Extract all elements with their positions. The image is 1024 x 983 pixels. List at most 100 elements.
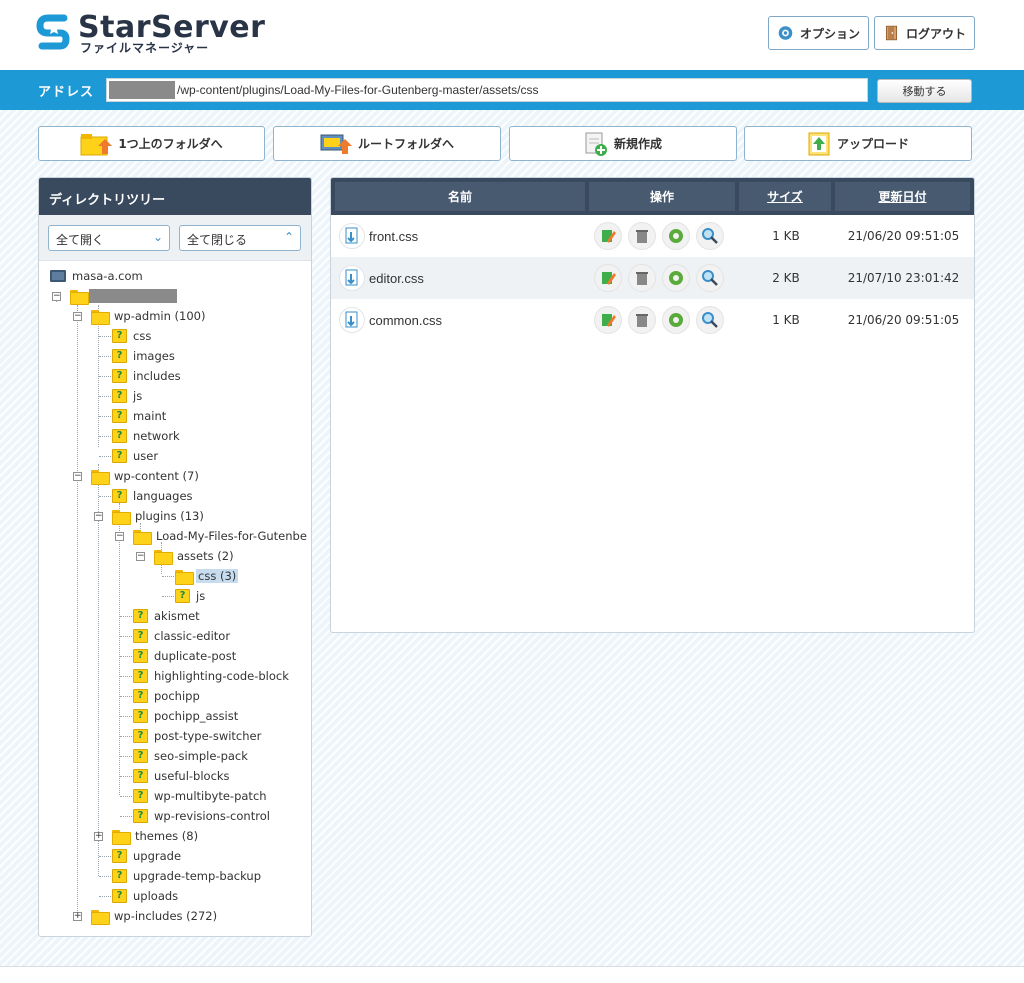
- tree-folder-network[interactable]: ? network: [112, 428, 182, 444]
- tree-folder-label: wp-revisions-control: [154, 809, 270, 823]
- file-download-icon[interactable]: [339, 307, 365, 333]
- tree-folder-js[interactable]: ? js: [112, 388, 144, 404]
- collapse-toggle[interactable]: −: [94, 512, 103, 521]
- expand-toggle[interactable]: +: [73, 912, 82, 921]
- tree-plugin-item[interactable]: ? wp-revisions-control: [133, 808, 272, 824]
- folder-unknown-icon: ?: [133, 649, 148, 663]
- magnifier-icon[interactable]: [696, 306, 724, 334]
- tree-folder-label: useful-blocks: [154, 769, 230, 783]
- logout-button[interactable]: ログアウト: [874, 16, 975, 50]
- tree-folder-load-my-files[interactable]: Load-My-Files-for-Gutenbe: [133, 528, 309, 545]
- tree-plugin-item[interactable]: ? highlighting-code-block: [133, 668, 291, 684]
- tree-folder-label: images: [133, 349, 175, 363]
- folder-unknown-icon: ?: [133, 769, 148, 783]
- tree-plugin-item[interactable]: ? useful-blocks: [133, 768, 232, 784]
- file-row[interactable]: common.css 1 KB 21/06/20 09:51:05: [331, 299, 974, 341]
- collapse-toggle[interactable]: −: [115, 532, 124, 541]
- root-folder-button[interactable]: ルートフォルダへ: [273, 126, 501, 161]
- collapse-toggle[interactable]: −: [52, 292, 61, 301]
- expand-toggle[interactable]: +: [94, 832, 103, 841]
- tree-folder-css-selected[interactable]: css (3): [175, 568, 239, 585]
- gear-icon: [778, 26, 793, 40]
- collapse-toggle[interactable]: −: [73, 312, 82, 321]
- file-name[interactable]: common.css: [369, 313, 442, 328]
- upload-button[interactable]: アップロード: [744, 126, 972, 161]
- tree-folder-label: duplicate-post: [154, 649, 237, 663]
- tree-folder-upgrade[interactable]: ? upgrade: [112, 848, 183, 864]
- tree-plugin-item[interactable]: ? pochipp: [133, 688, 202, 704]
- trash-icon[interactable]: [628, 264, 656, 292]
- tree-plugin-item[interactable]: ? seo-simple-pack: [133, 748, 250, 764]
- tree-folder-themes[interactable]: themes (8): [112, 828, 200, 845]
- tree-plugin-item[interactable]: ? wp-multibyte-patch: [133, 788, 269, 804]
- tree-plugin-item[interactable]: ? post-type-switcher: [133, 728, 263, 744]
- options-label: オプション: [799, 26, 860, 41]
- tree-plugin-item[interactable]: ? akismet: [133, 608, 202, 624]
- edit-icon[interactable]: [594, 264, 622, 292]
- file-row[interactable]: front.css 1 KB 21/06/20 09:51:05: [331, 215, 974, 257]
- tree-folder-maint[interactable]: ? maint: [112, 408, 168, 424]
- tree-folder-css[interactable]: ? css: [112, 328, 153, 344]
- settings-gear-icon[interactable]: [662, 222, 690, 250]
- collapse-all-select[interactable]: 全て閉じる ⌃: [179, 225, 301, 251]
- file-size: 1 KB: [772, 229, 800, 243]
- options-button[interactable]: オプション: [768, 16, 869, 50]
- tree-plugin-item[interactable]: ? duplicate-post: [133, 648, 238, 664]
- tree-folder-includes[interactable]: ? includes: [112, 368, 183, 384]
- tree-folder-upgrade-temp-backup[interactable]: ? upgrade-temp-backup: [112, 868, 263, 884]
- tree-folder-wp-content[interactable]: wp-content (7): [91, 468, 201, 485]
- parent-folder-button[interactable]: 1つ上のフォルダへ: [38, 126, 265, 161]
- tree-folder-images[interactable]: ? images: [112, 348, 177, 364]
- magnifier-icon[interactable]: [696, 264, 724, 292]
- collapse-toggle[interactable]: −: [136, 552, 145, 561]
- root-folder-icon: [320, 134, 352, 154]
- tree-plugin-item[interactable]: ? pochipp_assist: [133, 708, 240, 724]
- logout-label: ログアウト: [905, 26, 966, 41]
- tree-folder-label: maint: [133, 409, 167, 423]
- file-name[interactable]: front.css: [369, 229, 418, 244]
- folder-unknown-icon: ?: [112, 889, 127, 903]
- tree-folder-label: upgrade-temp-backup: [133, 869, 261, 883]
- file-download-icon[interactable]: [339, 223, 365, 249]
- tree-folder-label: post-type-switcher: [154, 729, 262, 743]
- tree-root-node[interactable]: [70, 288, 177, 305]
- settings-gear-icon[interactable]: [662, 306, 690, 334]
- address-input[interactable]: /wp-content/plugins/Load-My-Files-for-Gu…: [106, 78, 868, 102]
- column-name-label: 名前: [447, 190, 472, 204]
- folder-unknown-icon: ?: [133, 689, 148, 703]
- column-date-sort[interactable]: 更新日付: [835, 182, 970, 211]
- folder-unknown-icon: ?: [112, 489, 127, 503]
- magnifier-icon[interactable]: [696, 222, 724, 250]
- new-file-button[interactable]: 新規作成: [509, 126, 737, 161]
- tree-folder-plugins[interactable]: plugins (13): [112, 508, 206, 525]
- column-size-sort[interactable]: サイズ: [739, 182, 831, 211]
- directory-tree-panel: ディレクトリツリー 全て開く ⌄ 全て閉じる ⌃ masa-a.com − − …: [38, 177, 312, 937]
- folder-open-icon: [154, 549, 173, 565]
- tree-folder-user[interactable]: ? user: [112, 448, 160, 464]
- go-button[interactable]: 移動する: [877, 79, 972, 103]
- tree-folder-label: seo-simple-pack: [154, 749, 248, 763]
- redacted-folder-name: [89, 289, 177, 303]
- file-download-icon[interactable]: [339, 265, 365, 291]
- folder-closed-icon: [91, 909, 110, 925]
- tree-folder-wp-admin[interactable]: wp-admin (100): [91, 308, 207, 325]
- tree-folder-wp-includes[interactable]: wp-includes (272): [91, 908, 219, 925]
- trash-icon[interactable]: [628, 222, 656, 250]
- column-size-label: サイズ: [767, 190, 803, 204]
- edit-icon[interactable]: [594, 306, 622, 334]
- tree-folder-assets-js[interactable]: ? js: [175, 588, 207, 604]
- collapse-toggle[interactable]: −: [73, 472, 82, 481]
- folder-open-icon: [91, 469, 110, 485]
- tree-folder-assets[interactable]: assets (2): [154, 548, 236, 565]
- expand-all-select[interactable]: 全て開く ⌄: [48, 225, 170, 251]
- file-row[interactable]: editor.css 2 KB 21/07/10 23:01:42: [331, 257, 974, 299]
- tree-host-node[interactable]: masa-a.com: [50, 268, 145, 284]
- tree-plugin-item[interactable]: ? classic-editor: [133, 628, 232, 644]
- tree-folder-languages[interactable]: ? languages: [112, 488, 195, 504]
- folder-unknown-icon: ?: [112, 369, 127, 383]
- edit-icon[interactable]: [594, 222, 622, 250]
- file-name[interactable]: editor.css: [369, 271, 424, 286]
- tree-folder-uploads[interactable]: ? uploads: [112, 888, 180, 904]
- settings-gear-icon[interactable]: [662, 264, 690, 292]
- trash-icon[interactable]: [628, 306, 656, 334]
